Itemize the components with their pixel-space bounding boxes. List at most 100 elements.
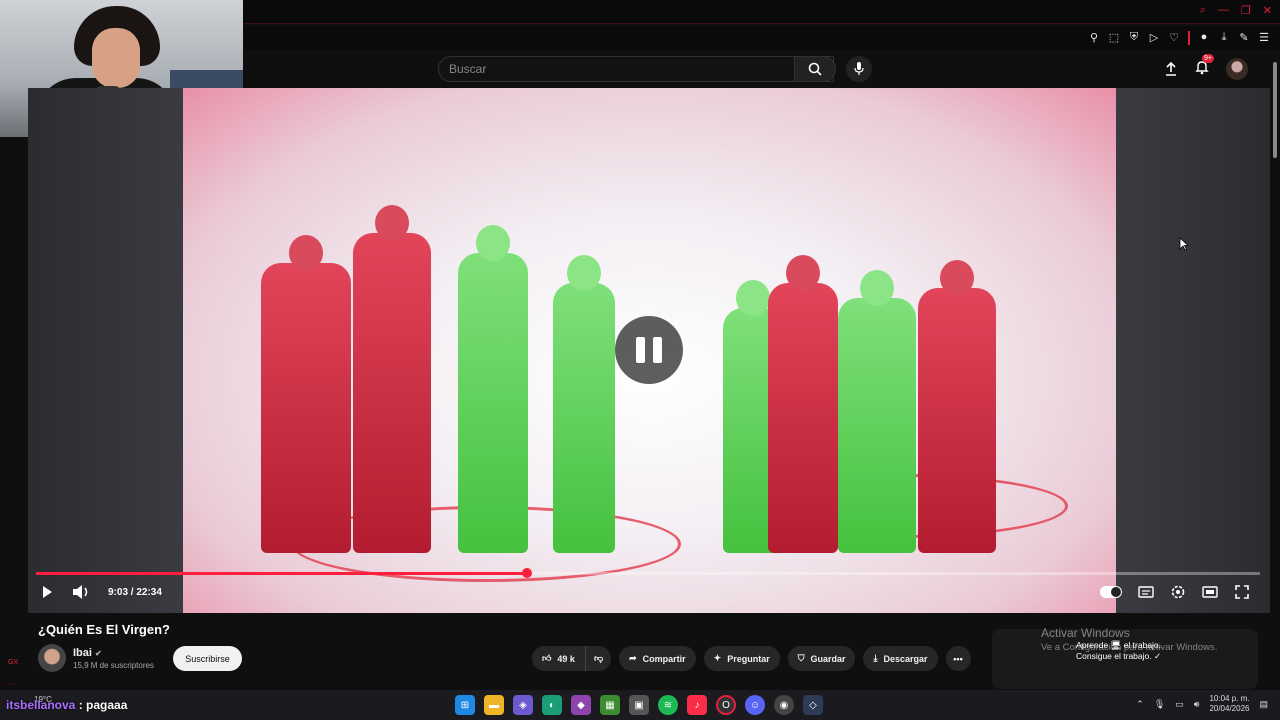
notifications-button[interactable]: 9+ (1194, 53, 1214, 80)
download-label: Descargar (883, 653, 928, 664)
heart-icon[interactable]: ♡ (1168, 31, 1180, 45)
settings-gear-icon[interactable] (1170, 584, 1186, 600)
thumbs-down-icon: 👎︎ (593, 653, 604, 663)
sparkle-icon: ✦ (713, 653, 722, 663)
obs-icon[interactable]: ◉ (774, 695, 794, 715)
microphone-icon[interactable]: 🎙︎ (1154, 699, 1165, 710)
video-actions: 👍︎ 49 k 👎︎ ➦ Compartir ✦ Preguntar ⛉ Gua… (532, 646, 971, 671)
channel-name-text[interactable]: Ibai (73, 647, 92, 659)
page-scrollbar[interactable] (1270, 50, 1280, 690)
window-controls: ⌕ — ❐ ✕ (1200, 4, 1272, 17)
ask-label: Preguntar (727, 653, 770, 664)
search-input[interactable]: Buscar (438, 56, 834, 82)
network-icon[interactable]: ▭ (1175, 699, 1184, 710)
dots-icon: ··· (8, 681, 15, 688)
opera-gx-icon[interactable]: O (716, 695, 736, 715)
player-controls-left: 9:03 / 22:34 (40, 584, 162, 600)
header-actions: 9+ (1164, 53, 1248, 80)
download-icon: ⤓ (873, 653, 878, 663)
subscribe-button[interactable]: Suscribirse (173, 646, 242, 671)
save-label: Guardar (810, 653, 846, 664)
pause-overlay-button[interactable] (615, 316, 683, 384)
subtitles-icon[interactable] (1138, 584, 1154, 600)
pin-icon[interactable]: ⚲ (1088, 31, 1100, 45)
profile-icon[interactable]: ● (1198, 31, 1210, 45)
mouse-cursor-icon (1179, 237, 1189, 251)
voice-search-button[interactable] (846, 56, 872, 82)
play-icon[interactable] (40, 585, 54, 599)
clock[interactable]: 10:04 p. m. 20/04/2026 (1209, 694, 1249, 714)
video-title: ¿Quién Es El Virgen? (38, 622, 170, 637)
search-icon[interactable]: ⌕ (1200, 4, 1206, 17)
thumbs-up-icon: 👍︎ (542, 653, 552, 663)
fullscreen-icon[interactable] (1234, 584, 1250, 600)
upload-icon[interactable] (1164, 62, 1178, 76)
spotify-icon[interactable]: ≋ (658, 695, 678, 715)
chat-username: itsbellanova (6, 698, 76, 712)
play-icon[interactable]: ▷ (1148, 31, 1160, 45)
visual-studio-icon[interactable]: ◆ (571, 695, 591, 715)
file-explorer-icon[interactable]: ▬ (484, 695, 504, 715)
restore-icon[interactable]: ❐ (1241, 4, 1251, 17)
minecraft-icon[interactable]: ▦ (600, 695, 620, 715)
taskbar-apps: ⊞ ▬ ◈ ◐ ◆ ▦ ▣ ≋ ♪ O ☺ ◉ ◇ (455, 695, 823, 715)
notification-badge: 9+ (1202, 53, 1214, 63)
account-avatar[interactable] (1226, 58, 1248, 80)
system-tray: ⌃ 🎙︎ ▭ 🔊︎ 10:04 p. m. 20/04/2026 ▤ (1136, 694, 1268, 714)
progress-bar[interactable] (36, 568, 1260, 578)
clock-time: 10:04 p. m. (1209, 694, 1250, 703)
menu-icon[interactable]: ☰ (1258, 31, 1270, 45)
copilot-icon[interactable]: ◈ (513, 695, 533, 715)
search-button[interactable] (794, 56, 836, 82)
close-icon[interactable]: ✕ (1263, 4, 1272, 17)
tooltip-line-2: Consigue el trabajo. ✓ (1076, 651, 1162, 661)
store-icon[interactable]: ▣ (629, 695, 649, 715)
music-icon[interactable]: ♪ (687, 695, 707, 715)
download-button[interactable]: ⤓ Descargar (863, 646, 938, 671)
stream-chat-message: itsbellanova : pagaaa (6, 698, 127, 712)
volume-icon[interactable] (72, 584, 90, 600)
ask-button[interactable]: ✦ Preguntar (703, 646, 780, 671)
channel-avatar[interactable] (38, 644, 66, 672)
progress-fill (36, 572, 527, 575)
activate-title: Activar Windows (1041, 626, 1130, 640)
ai-icon[interactable]: ✎ (1238, 31, 1250, 45)
toolbar-divider (1188, 31, 1190, 45)
screen: ⌕ — ❐ ✕ ⚲ ⬚ ⛨ ▷ ♡ ● ⤓ ✎ ☰ Buscar 9+ 9:03… (0, 0, 1280, 720)
autoplay-toggle[interactable] (1100, 586, 1122, 598)
progress-scrubber[interactable] (521, 568, 532, 578)
search-icon (808, 62, 822, 76)
ad-tooltip: Aprende 🖥 el trabajo. Consigue el trabaj… (1076, 640, 1161, 662)
stream-side-badges: GX ··· (8, 652, 18, 696)
windows-taskbar: 19°C ⊞ ▬ ◈ ◐ ◆ ▦ ▣ ≋ ♪ O ☺ ◉ ◇ ⌃ 🎙︎ ▭ 🔊︎… (0, 690, 1280, 720)
like-count: 49 k (557, 653, 575, 664)
youtube-header: Buscar 9+ (244, 50, 1270, 88)
speaker-icon[interactable]: 🔊︎ (1194, 699, 1200, 710)
scroll-thumb[interactable] (1273, 62, 1277, 158)
app-icon[interactable]: ◇ (803, 695, 823, 715)
chevron-up-icon[interactable]: ⌃ (1136, 699, 1144, 710)
minimize-icon[interactable]: — (1218, 4, 1229, 17)
dislike-button[interactable]: 👎︎ (585, 646, 612, 671)
chat-text: pagaaa (86, 698, 128, 712)
verified-icon: ✔ (95, 649, 102, 658)
browser-toolbar: ⚲ ⬚ ⛨ ▷ ♡ ● ⤓ ✎ ☰ (244, 26, 1280, 50)
discord-icon[interactable]: ☺ (745, 695, 765, 715)
extension-icons: ⚲ ⬚ ⛨ ▷ ♡ ● ⤓ ✎ ☰ (1088, 31, 1270, 45)
channel-name[interactable]: Ibai ✔ (73, 647, 102, 659)
player-controls-right (1100, 584, 1250, 600)
shield-icon[interactable]: ⛨ (1128, 31, 1140, 45)
more-icon: ••• (953, 653, 963, 664)
edge-icon[interactable]: ◐ (542, 695, 562, 715)
more-actions-button[interactable]: ••• (945, 646, 971, 671)
screenshot-icon[interactable]: ⬚ (1108, 31, 1120, 45)
notification-center-icon[interactable]: ▤ (1259, 699, 1268, 710)
theater-mode-icon[interactable] (1202, 584, 1218, 600)
share-button[interactable]: ➦ Compartir (619, 646, 696, 671)
download-icon[interactable]: ⤓ (1218, 31, 1230, 45)
save-button[interactable]: ⛉ Guardar (787, 646, 856, 671)
share-icon: ➦ (629, 653, 637, 663)
windows-start-icon[interactable]: ⊞ (455, 695, 475, 715)
share-label: Compartir (642, 653, 686, 664)
like-button[interactable]: 👍︎ 49 k (532, 646, 586, 671)
